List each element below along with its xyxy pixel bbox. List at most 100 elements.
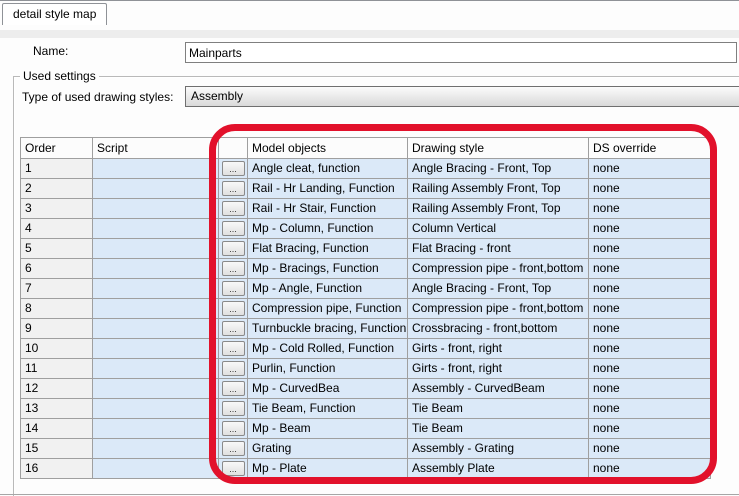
script-cell[interactable] xyxy=(92,318,219,339)
ds-override-cell[interactable]: none xyxy=(588,458,711,479)
ellipsis-button[interactable]: ... xyxy=(221,401,245,417)
column-header-script[interactable]: Script xyxy=(92,137,219,159)
ds-override-cell[interactable]: none xyxy=(588,358,711,379)
ds-override-cell[interactable]: none xyxy=(588,258,711,279)
order-cell[interactable]: 10 xyxy=(20,338,93,359)
order-cell[interactable]: 8 xyxy=(20,298,93,319)
ellipsis-button[interactable]: ... xyxy=(221,201,245,217)
model-objects-cell[interactable]: Mp - Bracings, Function xyxy=(247,258,408,279)
column-header-ds-override[interactable]: DS override xyxy=(588,137,711,159)
ellipsis-button[interactable]: ... xyxy=(221,441,245,457)
model-objects-cell[interactable]: Rail - Hr Stair, Function xyxy=(247,198,408,219)
drawing-styles-type-dropdown[interactable]: Assembly xyxy=(185,86,739,107)
ellipsis-button[interactable]: ... xyxy=(221,261,245,277)
drawing-style-cell[interactable]: Railing Assembly Front, Top xyxy=(407,198,589,219)
column-header-drawing-style[interactable]: Drawing style xyxy=(407,137,589,159)
ds-override-cell[interactable]: none xyxy=(588,278,711,299)
order-cell[interactable]: 16 xyxy=(20,458,93,479)
ds-override-cell[interactable]: none xyxy=(588,418,711,439)
ellipsis-button[interactable]: ... xyxy=(221,361,245,377)
ellipsis-button[interactable]: ... xyxy=(221,461,245,477)
order-cell[interactable]: 7 xyxy=(20,278,93,299)
ellipsis-button[interactable]: ... xyxy=(221,161,245,177)
script-cell[interactable] xyxy=(92,238,219,259)
order-cell[interactable]: 12 xyxy=(20,378,93,399)
ds-override-cell[interactable]: none xyxy=(588,398,711,419)
column-header-model-objects[interactable]: Model objects xyxy=(247,137,408,159)
ds-override-cell[interactable]: none xyxy=(588,218,711,239)
drawing-style-cell[interactable]: Assembly - Grating xyxy=(407,438,589,459)
order-cell[interactable]: 6 xyxy=(20,258,93,279)
order-cell[interactable]: 3 xyxy=(20,198,93,219)
model-objects-cell[interactable]: Grating xyxy=(247,438,408,459)
drawing-style-cell[interactable]: Girts - front, right xyxy=(407,338,589,359)
ellipsis-button[interactable]: ... xyxy=(221,301,245,317)
script-cell[interactable] xyxy=(92,218,219,239)
ds-override-cell[interactable]: none xyxy=(588,158,711,179)
script-cell[interactable] xyxy=(92,438,219,459)
script-cell[interactable] xyxy=(92,338,219,359)
model-objects-cell[interactable]: Flat Bracing, Function xyxy=(247,238,408,259)
script-cell[interactable] xyxy=(92,158,219,179)
ds-override-cell[interactable]: none xyxy=(588,298,711,319)
ds-override-cell[interactable]: none xyxy=(588,198,711,219)
script-cell[interactable] xyxy=(92,178,219,199)
drawing-style-cell[interactable]: Flat Bracing - front xyxy=(407,238,589,259)
model-objects-cell[interactable]: Mp - Beam xyxy=(247,418,408,439)
script-cell[interactable] xyxy=(92,358,219,379)
order-cell[interactable]: 13 xyxy=(20,398,93,419)
model-objects-cell[interactable]: Compression pipe, Function xyxy=(247,298,408,319)
model-objects-cell[interactable]: Mp - Plate xyxy=(247,458,408,479)
drawing-style-cell[interactable]: Compression pipe - front,bottom xyxy=(407,258,589,279)
ds-override-cell[interactable]: none xyxy=(588,378,711,399)
ds-override-cell[interactable]: none xyxy=(588,438,711,459)
drawing-style-cell[interactable]: Assembly - CurvedBeam xyxy=(407,378,589,399)
ds-override-cell[interactable]: none xyxy=(588,318,711,339)
model-objects-cell[interactable]: Mp - Cold Rolled, Function xyxy=(247,338,408,359)
ellipsis-button[interactable]: ... xyxy=(221,341,245,357)
model-objects-cell[interactable]: Mp - Column, Function xyxy=(247,218,408,239)
model-objects-cell[interactable]: Purlin, Function xyxy=(247,358,408,379)
drawing-style-cell[interactable]: Railing Assembly Front, Top xyxy=(407,178,589,199)
order-cell[interactable]: 1 xyxy=(20,158,93,179)
drawing-style-cell[interactable]: Tie Beam xyxy=(407,398,589,419)
ds-override-cell[interactable]: none xyxy=(588,238,711,259)
script-cell[interactable] xyxy=(92,298,219,319)
script-cell[interactable] xyxy=(92,458,219,479)
drawing-style-cell[interactable]: Column Vertical xyxy=(407,218,589,239)
drawing-style-cell[interactable]: Angle Bracing - Front, Top xyxy=(407,158,589,179)
drawing-style-cell[interactable]: Compression pipe - front,bottom xyxy=(407,298,589,319)
name-input[interactable] xyxy=(185,42,737,63)
model-objects-cell[interactable]: Mp - CurvedBea xyxy=(247,378,408,399)
ellipsis-button[interactable]: ... xyxy=(221,221,245,237)
script-cell[interactable] xyxy=(92,398,219,419)
order-cell[interactable]: 2 xyxy=(20,178,93,199)
script-cell[interactable] xyxy=(92,258,219,279)
ellipsis-button[interactable]: ... xyxy=(221,381,245,397)
drawing-style-cell[interactable]: Crossbracing - front,bottom xyxy=(407,318,589,339)
ds-override-cell[interactable]: none xyxy=(588,178,711,199)
ds-override-cell[interactable]: none xyxy=(588,338,711,359)
script-cell[interactable] xyxy=(92,198,219,219)
model-objects-cell[interactable]: Rail - Hr Landing, Function xyxy=(247,178,408,199)
order-cell[interactable]: 9 xyxy=(20,318,93,339)
order-cell[interactable]: 11 xyxy=(20,358,93,379)
model-objects-cell[interactable]: Turnbuckle bracing, Function xyxy=(247,318,408,339)
tab-detail-style-map[interactable]: detail style map xyxy=(2,3,108,25)
ellipsis-button[interactable]: ... xyxy=(221,321,245,337)
drawing-style-cell[interactable]: Angle Bracing - Front, Top xyxy=(407,278,589,299)
drawing-style-cell[interactable]: Tie Beam xyxy=(407,418,589,439)
script-cell[interactable] xyxy=(92,278,219,299)
script-cell[interactable] xyxy=(92,418,219,439)
model-objects-cell[interactable]: Angle cleat, function xyxy=(247,158,408,179)
model-objects-cell[interactable]: Tie Beam, Function xyxy=(247,398,408,419)
column-header-order[interactable]: Order xyxy=(20,137,93,159)
ellipsis-button[interactable]: ... xyxy=(221,281,245,297)
drawing-style-cell[interactable]: Assembly Plate xyxy=(407,458,589,479)
ellipsis-button[interactable]: ... xyxy=(221,181,245,197)
script-cell[interactable] xyxy=(92,378,219,399)
order-cell[interactable]: 15 xyxy=(20,438,93,459)
order-cell[interactable]: 5 xyxy=(20,238,93,259)
ellipsis-button[interactable]: ... xyxy=(221,241,245,257)
order-cell[interactable]: 14 xyxy=(20,418,93,439)
